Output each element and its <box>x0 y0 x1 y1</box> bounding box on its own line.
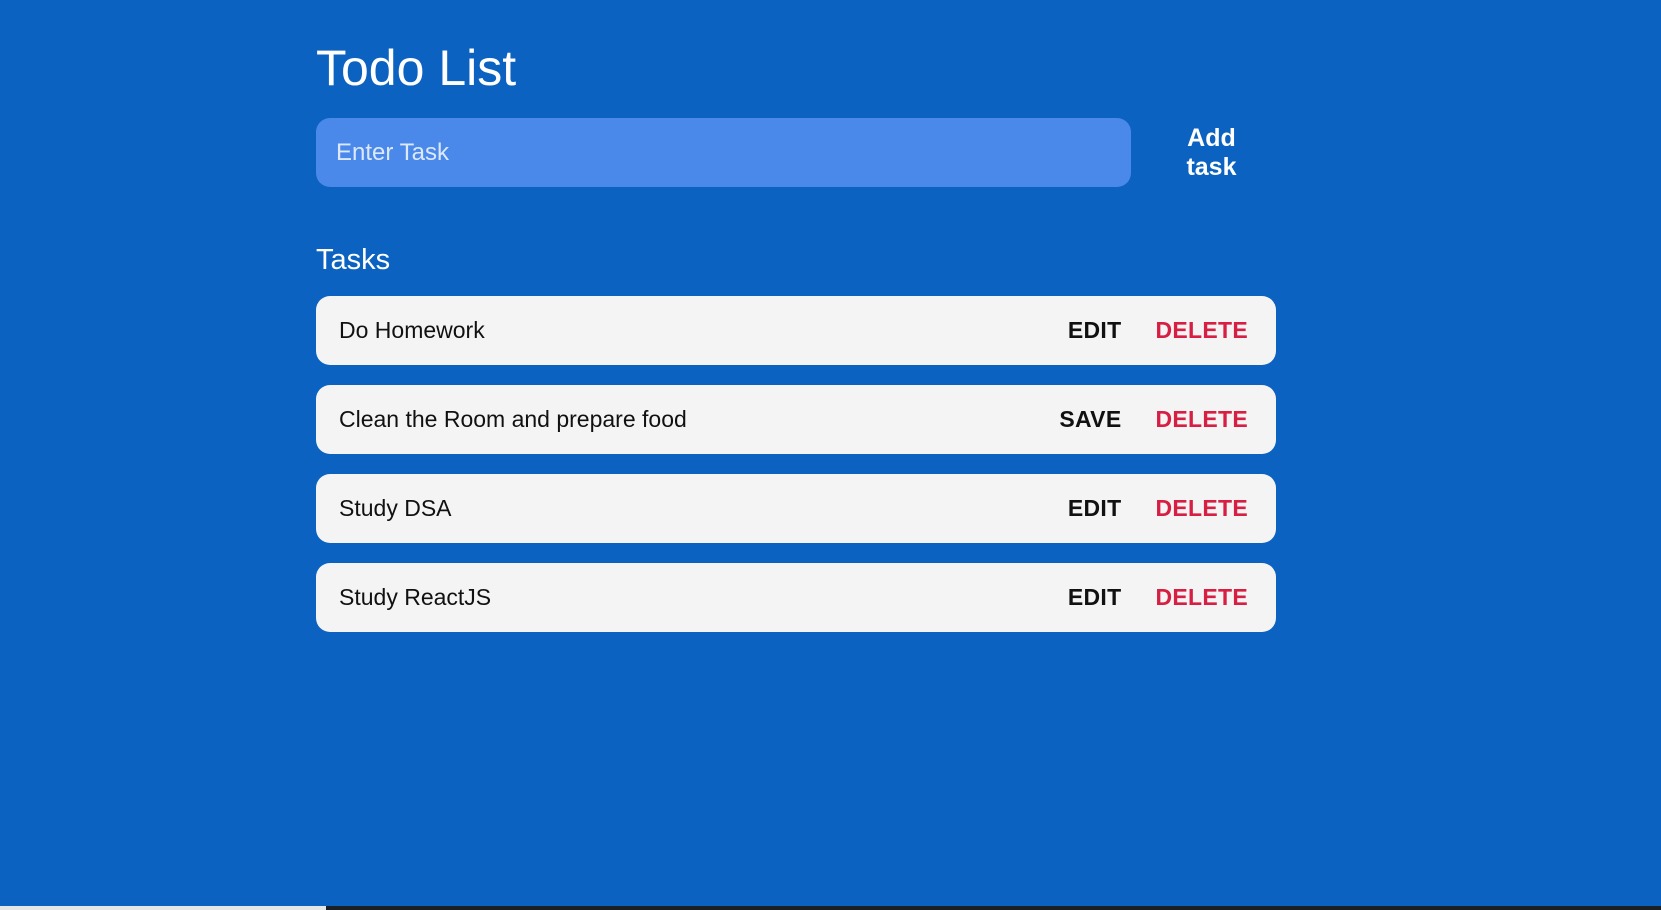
edit-button[interactable]: EDIT <box>1068 317 1122 344</box>
task-input[interactable] <box>316 118 1131 187</box>
edit-button[interactable]: EDIT <box>1068 584 1122 611</box>
task-edit-input[interactable] <box>339 399 1060 440</box>
task-item-editing: SAVE DELETE <box>316 385 1276 454</box>
task-list: Do Homework EDIT DELETE SAVE DELETE Stud… <box>316 296 1276 632</box>
delete-button[interactable]: DELETE <box>1155 317 1248 344</box>
taskbar-strip <box>0 906 1661 910</box>
todo-app: Todo List Add task Tasks Do Homework EDI… <box>316 0 1276 652</box>
task-item: Study DSA EDIT DELETE <box>316 474 1276 543</box>
delete-button[interactable]: DELETE <box>1155 584 1248 611</box>
save-button[interactable]: SAVE <box>1059 406 1121 433</box>
delete-button[interactable]: DELETE <box>1155 495 1248 522</box>
task-text: Do Homework <box>339 317 485 343</box>
add-task-button[interactable]: Add task <box>1147 118 1276 187</box>
page-title: Todo List <box>316 40 517 96</box>
add-task-row: Add task <box>316 118 1276 187</box>
task-item: Do Homework EDIT DELETE <box>316 296 1276 365</box>
task-item: Study ReactJS EDIT DELETE <box>316 563 1276 632</box>
tasks-heading: Tasks <box>316 244 391 276</box>
taskbar-strip-left <box>0 906 326 910</box>
delete-button[interactable]: DELETE <box>1155 406 1248 433</box>
task-text: Study DSA <box>339 495 452 521</box>
task-text: Study ReactJS <box>339 584 492 610</box>
edit-button[interactable]: EDIT <box>1068 495 1122 522</box>
